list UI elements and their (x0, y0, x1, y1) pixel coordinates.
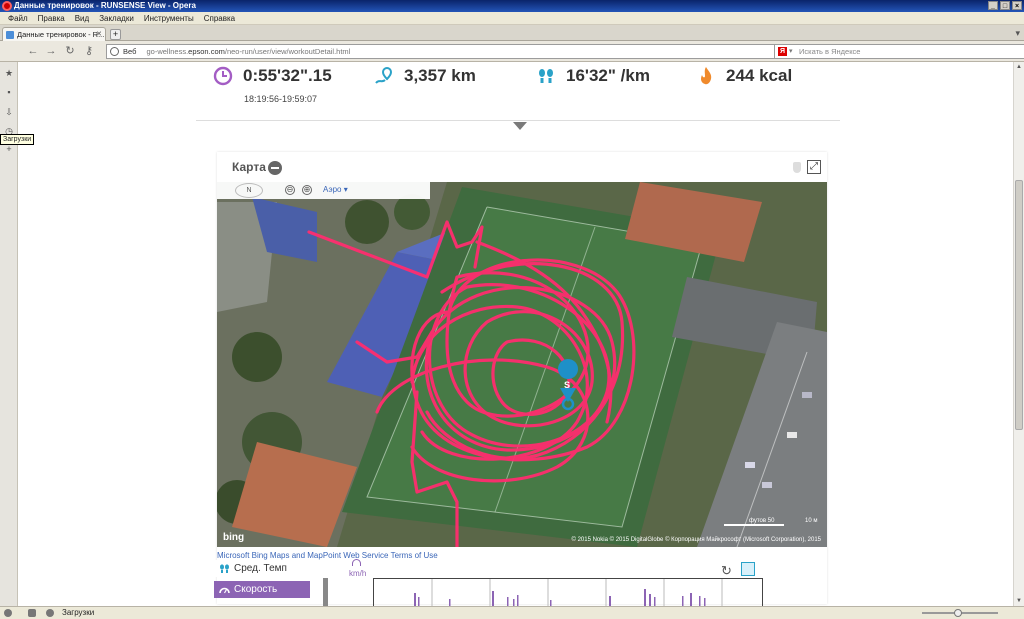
zoom-slider-thumb[interactable] (954, 609, 962, 617)
minimize-button[interactable]: _ (988, 1, 998, 10)
collapse-map-icon[interactable] (268, 161, 282, 175)
map-title: Карта (232, 160, 266, 174)
scale-meters: 10 м (805, 518, 818, 524)
map-panel: Карта ⤢ S N ⊖ ⊕ Аэро ▾ bing © 2015 Nokia… (214, 152, 827, 606)
address-field[interactable]: Веб go-wellness.epson.com/neo-run/user/v… (106, 44, 786, 59)
back-icon[interactable]: ← (26, 44, 40, 58)
workout-summary: 0:55'32".15 18:19:56-19:59:07 3,357 km 1… (19, 62, 1013, 112)
close-button[interactable]: × (1012, 1, 1022, 10)
url-prefix: go-wellness. (146, 47, 189, 56)
key-icon[interactable]: ⚷ (82, 44, 96, 58)
window-controls: _ □ × (988, 1, 1022, 10)
graph-frame (373, 578, 763, 606)
yandex-icon: Я (778, 47, 787, 56)
calories-value: 244 kcal (726, 66, 793, 85)
distance-pin-icon (375, 66, 393, 84)
bing-logo: bing (223, 532, 245, 543)
notes-icon[interactable]: ▪ (4, 87, 14, 97)
downloads-icon[interactable]: ⇩ (4, 107, 14, 117)
stat-calories: 244 kcal (696, 66, 792, 86)
scroll-thumb[interactable] (1015, 180, 1023, 430)
graph-unit-label: km/h (349, 569, 367, 578)
tab-list-icon[interactable]: ▾ (1015, 28, 1020, 39)
tab-workout-data[interactable]: Данные тренировок - R... ✕ (2, 27, 106, 41)
map-type-dropdown[interactable]: Аэро ▾ (323, 185, 348, 194)
aerial-map-image (217, 182, 827, 547)
collapse-caret-icon[interactable] (513, 122, 527, 130)
stat-distance: 3,357 km (374, 66, 476, 86)
distance-value: 3,357 km (404, 66, 476, 85)
menu-file[interactable]: Файл (3, 12, 33, 24)
metric-avg-pace-button[interactable]: Сред. Темп (214, 560, 310, 577)
opera-logo-icon (2, 1, 12, 11)
metric-avg-pace-label: Сред. Темп (234, 563, 287, 574)
start-marker-label: S (564, 380, 571, 390)
menu-bookmarks[interactable]: Закладки (94, 12, 139, 24)
time-range: 18:19:56-19:59:07 (244, 94, 318, 104)
menu-tools[interactable]: Инструменты (139, 12, 199, 24)
scroll-up-icon[interactable]: ▲ (1015, 63, 1023, 71)
compass-icon[interactable]: N (235, 183, 263, 198)
section-divider (196, 120, 840, 121)
page-favicon-icon (6, 31, 14, 39)
metric-speed-button[interactable]: Скорость (214, 581, 310, 598)
menu-bar: Файл Правка Вид Закладки Инструменты Спр… (0, 12, 1024, 25)
page-content: 0:55'32".15 18:19:56-19:59:07 3,357 km 1… (19, 62, 1013, 606)
menu-help[interactable]: Справка (199, 12, 240, 24)
map-toolbar: N ⊖ ⊕ Аэро ▾ (217, 182, 430, 199)
tab-bar: Данные тренировок - R... ✕ + ▾ (0, 25, 1024, 41)
globe-icon (110, 47, 119, 56)
scroll-down-icon[interactable]: ▼ (1015, 597, 1023, 605)
reset-zoom-icon[interactable]: ↻ (721, 564, 732, 577)
window-title-bar: Данные тренировок - RUNSENSE View - Oper… (0, 0, 1024, 12)
speedometer-icon (219, 587, 230, 594)
stat-pace: 16'32" /km (536, 66, 650, 86)
status-downloads-label: Загрузки (62, 608, 95, 617)
window-title: Данные тренировок - RUNSENSE View - Oper… (14, 1, 196, 10)
add-panel-icon[interactable]: + (4, 144, 14, 154)
fullscreen-icon[interactable]: ⤢ (807, 160, 821, 174)
cloud-icon[interactable] (28, 609, 36, 617)
footsteps-icon (220, 564, 229, 573)
search-engine-dropdown-icon[interactable]: ▾ (789, 45, 793, 58)
panel-toggle-icon[interactable] (4, 609, 12, 617)
map-scale-bar (724, 524, 784, 526)
map-view[interactable]: S N ⊖ ⊕ Аэро ▾ bing © 2015 Nokia © 2015 … (217, 182, 827, 547)
zoom-out-icon[interactable]: ⊖ (285, 185, 295, 195)
search-field[interactable]: Я ▾ Искать в Яндексе (774, 44, 1024, 59)
pace-value: 16'32" /km (566, 66, 650, 85)
flame-icon (701, 67, 712, 85)
web-badge: Веб (123, 47, 137, 56)
menu-edit[interactable]: Правка (33, 12, 70, 24)
menu-view[interactable]: Вид (70, 12, 94, 24)
tab-label: Данные тренировок - R... (17, 30, 105, 39)
downloads-status-icon[interactable] (46, 609, 54, 617)
address-toolbar: ← → ↻ ⚷ Веб go-wellness.epson.com/neo-ru… (0, 41, 1024, 62)
search-placeholder: Искать в Яндексе (799, 47, 861, 56)
downloads-tooltip: Загрузки (0, 134, 35, 145)
forward-icon[interactable]: → (44, 44, 58, 58)
speedometer-icon (352, 559, 361, 566)
tab-close-icon[interactable]: ✕ (96, 28, 102, 41)
page-scrollbar[interactable]: ▲ ▼ (1013, 62, 1024, 606)
metric-speed-label: Скорость (234, 584, 278, 595)
bookmarks-star-icon[interactable]: ★ (4, 68, 14, 78)
speed-series (414, 579, 723, 606)
speed-graph: km/h ↻ (323, 558, 823, 606)
footsteps-icon (539, 69, 553, 83)
zoom-in-icon[interactable]: ⊕ (302, 185, 312, 195)
stat-time: 0:55'32".15 (213, 66, 332, 86)
pin-icon[interactable] (793, 162, 801, 173)
reload-icon[interactable]: ↻ (63, 44, 77, 58)
url-domain: epson.com (188, 47, 225, 56)
graph-y-axis (323, 578, 328, 606)
time-value: 0:55'32".15 (243, 66, 332, 85)
zoom-graph-icon[interactable] (741, 562, 755, 576)
url-path: /neo-run/user/view/workoutDetail.html (224, 47, 351, 56)
new-tab-button[interactable]: + (110, 29, 121, 40)
status-bar: Загрузки (0, 606, 1024, 619)
map-copyright: © 2015 Nokia © 2015 DigitalGlobe © Корпо… (571, 537, 822, 543)
clock-icon (213, 66, 233, 86)
maximize-button[interactable]: □ (1000, 1, 1010, 10)
